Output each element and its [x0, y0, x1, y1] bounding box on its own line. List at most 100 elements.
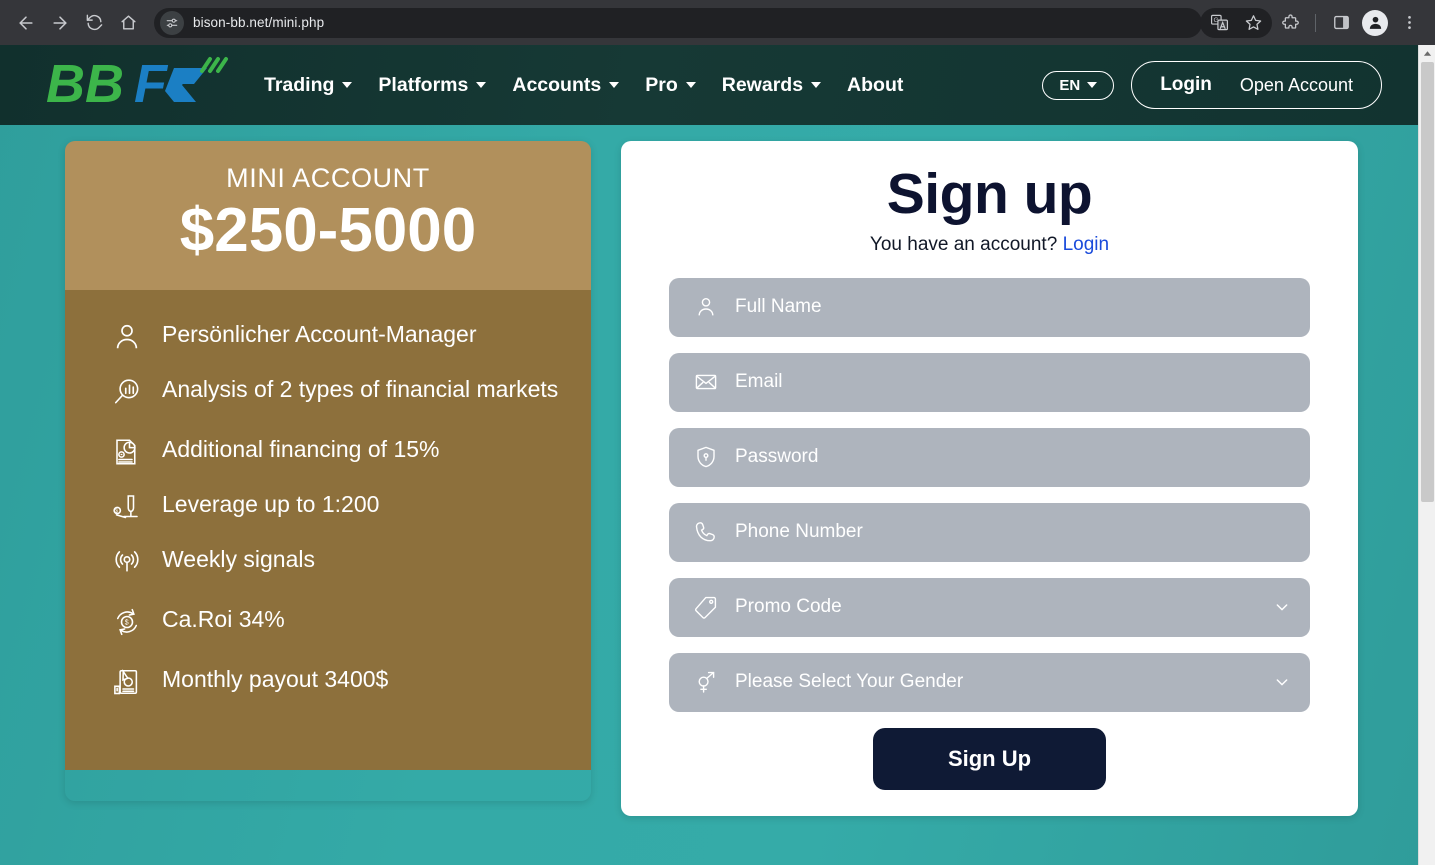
page-viewport: BB F Trading Platforms Accounts Pro Rewa…	[0, 45, 1435, 865]
nav-item-about[interactable]: About	[847, 74, 903, 97]
main-navigation: Trading Platforms Accounts Pro Rewards A…	[264, 74, 903, 97]
feature-label: Weekly signals	[162, 545, 315, 572]
nav-label: Rewards	[721, 73, 804, 96]
chevron-down-icon	[609, 82, 620, 88]
omnibox-actions: G	[1200, 7, 1272, 39]
nav-label: Accounts	[512, 73, 602, 96]
three-dot-menu-icon[interactable]	[1393, 7, 1425, 39]
signup-card: Sign up You have an account? Login Full …	[621, 141, 1358, 816]
chevron-down-icon[interactable]	[1274, 674, 1290, 690]
feature-label: Leverage up to 1:200	[162, 490, 380, 517]
forward-arrow-icon[interactable]	[44, 7, 76, 39]
header-actions: EN Login Open Account	[1042, 61, 1382, 109]
open-account-button[interactable]: Open Account	[1240, 75, 1353, 96]
person-icon	[110, 320, 144, 354]
promo-code-placeholder: Promo Code	[735, 596, 842, 618]
feature-label: Persönlicher Account-Manager	[162, 320, 477, 347]
shield-lock-icon	[693, 444, 719, 470]
tag-icon	[693, 594, 719, 620]
back-arrow-icon[interactable]	[10, 7, 42, 39]
gender-icon	[693, 669, 719, 695]
chevron-down-icon	[1087, 82, 1098, 88]
full-name-field[interactable]: Full Name	[669, 277, 1310, 337]
feature-item: Analysis of 2 types of financial markets	[110, 373, 591, 409]
nav-item-trading[interactable]: Trading	[264, 73, 353, 97]
nav-label: Platforms	[378, 73, 469, 96]
browser-toolbar: bison-bb.net/mini.php G	[0, 0, 1435, 45]
promo-placeholder: Phone Number	[735, 521, 863, 543]
feature-item: Persönlicher Account-Manager	[110, 318, 591, 354]
document-chart-icon	[110, 435, 144, 469]
reload-icon[interactable]	[78, 7, 110, 39]
language-label: EN	[1059, 76, 1081, 94]
url-text: bison-bb.net/mini.php	[193, 15, 325, 30]
phone-icon	[693, 519, 719, 545]
nav-item-pro[interactable]: Pro	[645, 74, 696, 97]
sign-up-button[interactable]: Sign Up	[873, 727, 1106, 790]
scrollbar-thumb[interactable]	[1421, 62, 1434, 502]
roi-refresh-icon: $	[110, 605, 144, 639]
browser-toolbar-right	[1274, 7, 1425, 39]
nav-item-platforms[interactable]: Platforms	[378, 73, 487, 97]
address-bar[interactable]: bison-bb.net/mini.php	[154, 7, 1202, 38]
signup-login-link[interactable]: Login	[1063, 234, 1110, 255]
password-field[interactable]: Password	[669, 427, 1310, 487]
chevron-down-icon	[685, 82, 696, 88]
site-settings-icon[interactable]	[160, 10, 184, 35]
phone-number-field[interactable]: Phone Number	[669, 502, 1310, 562]
feature-item: $ Ca.Roi 34%	[110, 603, 591, 639]
feature-label: Monthly payout 3400$	[162, 665, 389, 692]
signup-subtitle-text: You have an account?	[869, 233, 1058, 255]
email-placeholder: Email	[735, 371, 783, 393]
side-panel-icon[interactable]	[1325, 7, 1357, 39]
feature-label: Ca.Roi 34%	[162, 605, 285, 632]
svg-text:$: $	[115, 508, 118, 514]
email-field[interactable]: Email	[669, 352, 1310, 412]
feature-item: Additional financing of 15%	[110, 433, 591, 469]
home-icon[interactable]	[112, 7, 144, 39]
signup-title: Sign up	[886, 162, 1093, 226]
promo-code-select[interactable]: Promo Code	[669, 577, 1310, 637]
nav-label: Trading	[264, 73, 335, 96]
profile-avatar-icon[interactable]	[1362, 9, 1388, 36]
scroll-up-arrow-icon[interactable]	[1419, 45, 1435, 62]
nav-item-rewards[interactable]: Rewards	[721, 73, 822, 97]
nav-label: Pro	[645, 73, 678, 96]
plan-card-header: MINI ACCOUNT $250-5000	[65, 141, 591, 290]
leverage-icon: $	[110, 490, 144, 524]
feature-item: $ Leverage up to 1:200	[110, 488, 591, 524]
svg-text:F: F	[134, 54, 169, 114]
cash-payout-icon	[110, 665, 144, 699]
auth-buttons: Login Open Account	[1131, 61, 1382, 109]
feature-item: Weekly signals	[110, 543, 591, 579]
svg-text:BB: BB	[46, 54, 124, 114]
feature-item: Monthly payout 3400$	[110, 663, 591, 699]
gender-placeholder: Please Select Your Gender	[735, 671, 964, 693]
password-placeholder: Password	[735, 446, 819, 468]
chevron-down-icon[interactable]	[1274, 599, 1290, 615]
nav-item-accounts[interactable]: Accounts	[512, 73, 620, 97]
envelope-icon	[693, 369, 719, 395]
gender-select[interactable]: Please Select Your Gender	[669, 652, 1310, 712]
login-button[interactable]: Login	[1160, 74, 1212, 96]
plan-price: $250-5000	[179, 196, 477, 265]
chart-magnifier-icon	[110, 375, 144, 409]
chevron-down-icon	[342, 82, 353, 88]
chevron-down-icon	[476, 82, 487, 88]
signal-broadcast-icon	[110, 545, 144, 579]
extensions-puzzle-icon[interactable]	[1274, 7, 1306, 39]
chevron-down-icon	[811, 82, 822, 88]
page-scrollbar[interactable]	[1418, 45, 1435, 865]
bbfx-logo[interactable]: BB F	[46, 54, 238, 116]
site-header: BB F Trading Platforms Accounts Pro Rewa…	[0, 45, 1418, 125]
svg-text:$: $	[125, 619, 129, 626]
toolbar-divider	[1315, 13, 1316, 32]
full-name-placeholder: Full Name	[735, 296, 822, 318]
nav-label: About	[847, 73, 904, 96]
signup-subtitle: You have an account? Login	[669, 234, 1310, 256]
plan-features-list: Persönlicher Account-Manager Analysis of…	[65, 289, 591, 770]
translate-icon[interactable]: G	[1203, 7, 1235, 39]
language-selector[interactable]: EN	[1042, 70, 1115, 100]
feature-label: Additional financing of 15%	[162, 435, 440, 462]
star-icon[interactable]	[1237, 7, 1269, 39]
